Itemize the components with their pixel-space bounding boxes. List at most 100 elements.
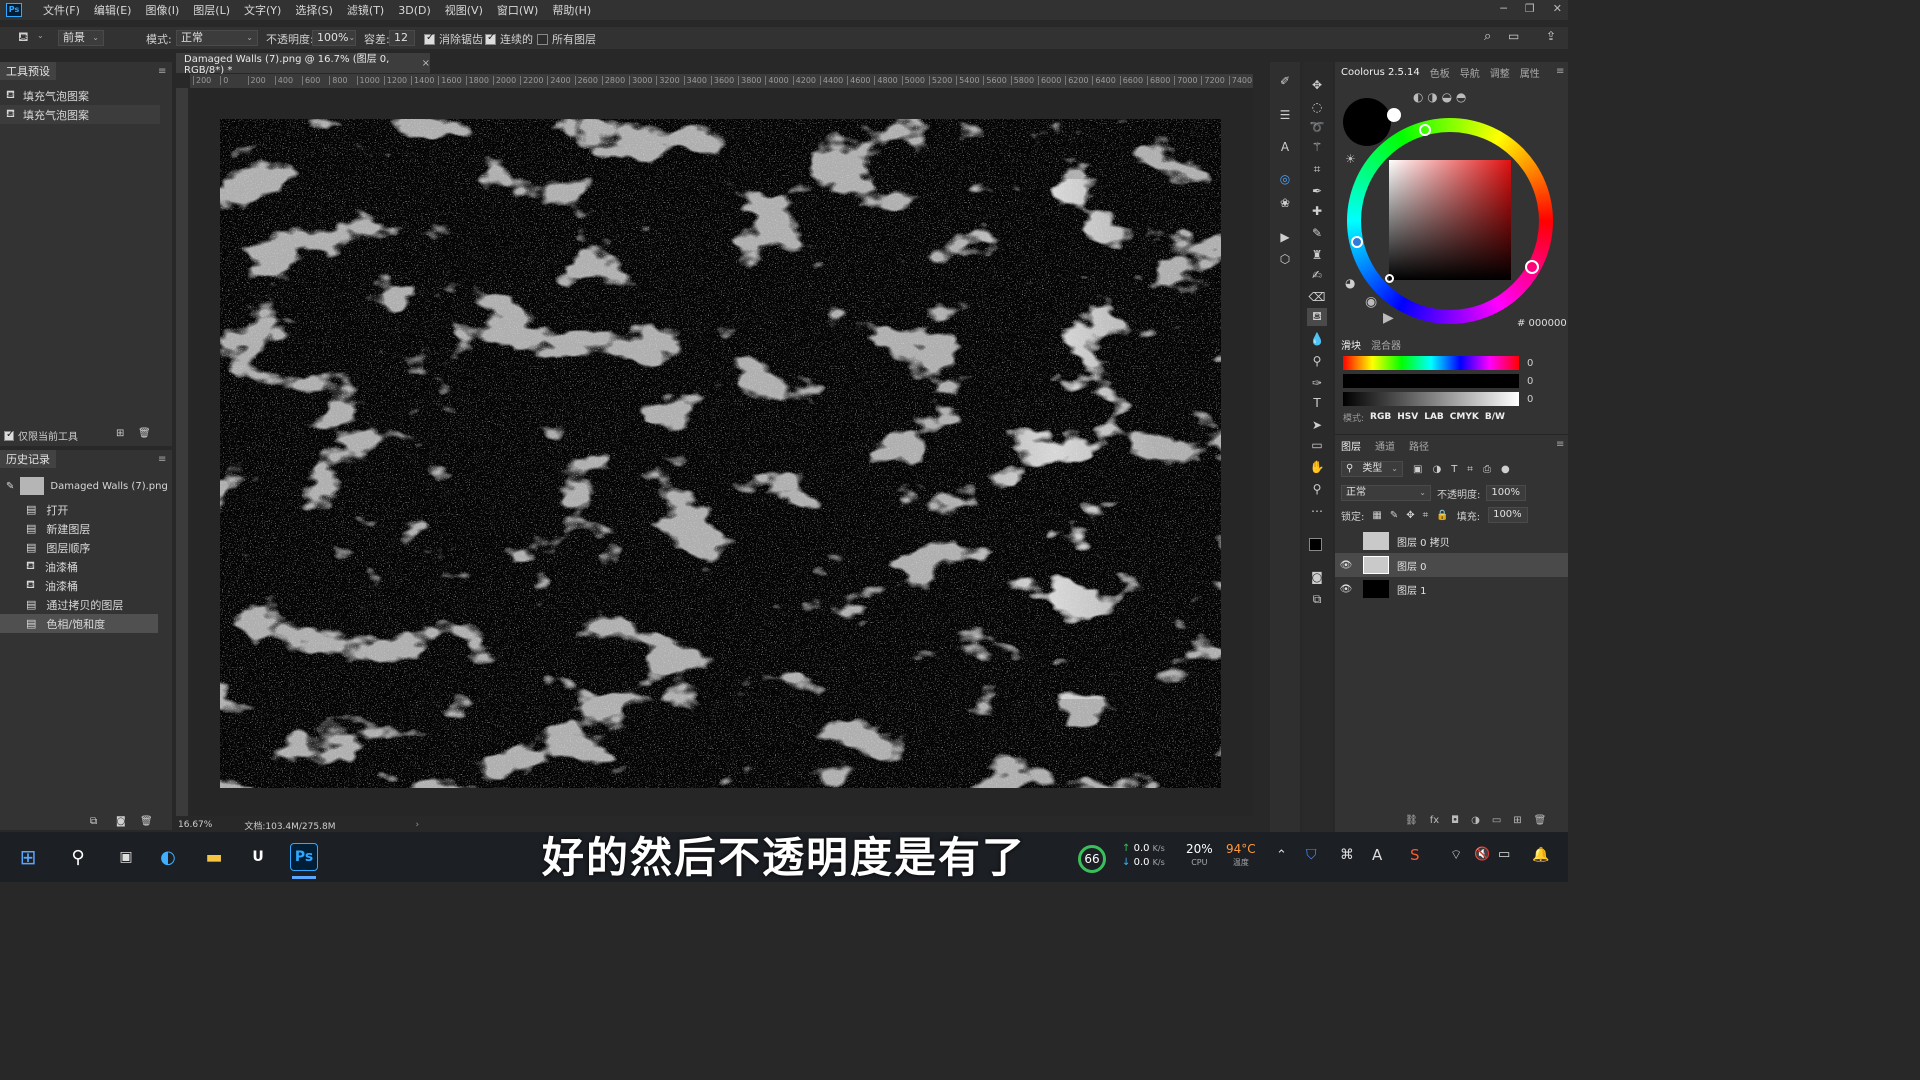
pen-tool-icon[interactable]: ✑: [1307, 374, 1327, 392]
menu-view[interactable]: 视图(V): [438, 2, 490, 18]
fill-source-select[interactable]: 前景 ⌄: [58, 30, 104, 46]
crop-tool-icon[interactable]: ⌗: [1307, 160, 1327, 178]
minimize-icon[interactable]: ─: [1500, 2, 1507, 15]
pixel-filter-icon[interactable]: ▣: [1413, 464, 1422, 475]
eye-icon[interactable]: 👁: [1335, 584, 1357, 595]
menu-select[interactable]: 选择(S): [288, 2, 340, 18]
tab-channels[interactable]: 通道: [1375, 438, 1395, 453]
tab-paths[interactable]: 路径: [1409, 438, 1429, 453]
tab-navigator[interactable]: 导航: [1460, 65, 1480, 80]
blur-tool-icon[interactable]: 💧: [1307, 330, 1327, 348]
restore-icon[interactable]: ❐: [1525, 2, 1535, 15]
panel-menu-icon[interactable]: ≡: [158, 66, 166, 77]
menu-file[interactable]: 文件(F): [36, 2, 87, 18]
adjustment-filter-icon[interactable]: ◑: [1432, 464, 1441, 475]
smart-object-filter-icon[interactable]: ⎙: [1483, 464, 1491, 475]
history-brush-tool-icon[interactable]: ✍: [1307, 266, 1327, 284]
eraser-tool-icon[interactable]: ⌫: [1307, 288, 1327, 306]
brush-tool-icon[interactable]: ✎: [1307, 224, 1327, 242]
saturation-slider[interactable]: [1343, 374, 1519, 388]
lock-all-icon[interactable]: 🔒: [1436, 510, 1448, 521]
share-icon[interactable]: ⇪: [1546, 29, 1556, 43]
antialias-checkbox[interactable]: 消除锯齿: [424, 31, 483, 47]
layer-row[interactable]: 👁 图层 1: [1335, 577, 1568, 601]
tab-coolorus[interactable]: Coolorus 2.5.14: [1341, 67, 1420, 78]
magic-wand-tool-icon[interactable]: ⚚: [1307, 138, 1327, 156]
menu-image[interactable]: 图像(I): [138, 2, 186, 18]
swatches-icon[interactable]: ❀: [1275, 194, 1295, 212]
menu-type[interactable]: 文字(Y): [237, 2, 288, 18]
menu-3d[interactable]: 3D(D): [391, 4, 438, 17]
eye-icon[interactable]: 👁: [1335, 560, 1357, 571]
quick-mask-icon[interactable]: ◙: [1307, 568, 1327, 586]
adjustments-icon[interactable]: ☰: [1275, 106, 1295, 124]
current-tool-only-checkbox[interactable]: 仅限当前工具: [4, 428, 78, 443]
healing-brush-tool-icon[interactable]: ✚: [1307, 202, 1327, 220]
lock-pixels-icon[interactable]: ✎: [1390, 510, 1398, 521]
history-item[interactable]: ▤ 图层顺序: [0, 538, 172, 557]
document-tab[interactable]: Damaged Walls (7).png @ 16.7% (图层 0, RGB…: [176, 53, 430, 76]
marquee-tool-icon[interactable]: ◌: [1307, 98, 1327, 116]
path-selection-tool-icon[interactable]: ➤: [1307, 416, 1327, 434]
layer-row[interactable]: 图层 0 拷贝: [1335, 529, 1568, 553]
saturation-slider-value[interactable]: 0: [1527, 376, 1533, 387]
type-tool-icon[interactable]: T: [1307, 394, 1327, 412]
panel-menu-icon[interactable]: ≡: [158, 454, 166, 465]
tab-sliders[interactable]: 滑块: [1341, 337, 1361, 352]
hue-slider-value[interactable]: 0: [1527, 358, 1533, 369]
menu-help[interactable]: 帮助(H): [545, 2, 598, 18]
layer-opacity-input[interactable]: 100%: [1486, 485, 1527, 501]
brush-settings-icon[interactable]: ✐: [1275, 72, 1295, 90]
play-actions-icon[interactable]: ▶: [1275, 228, 1295, 246]
contiguous-checkbox[interactable]: 连续的: [485, 31, 533, 47]
eyedropper-tool-icon[interactable]: ✒: [1307, 182, 1327, 200]
search-icon[interactable]: ⌕: [1484, 29, 1491, 44]
brightness-slider-value[interactable]: 0: [1527, 394, 1533, 405]
panel-menu-icon[interactable]: ≡: [1556, 439, 1564, 450]
hue-handle[interactable]: [1419, 124, 1431, 136]
lock-artboard-icon[interactable]: ⌗: [1423, 510, 1429, 521]
close-tab-icon[interactable]: ×: [422, 58, 430, 69]
dodge-tool-icon[interactable]: ⚲: [1307, 352, 1327, 370]
brightness-slider[interactable]: [1343, 392, 1519, 406]
history-item[interactable]: ▤ 通过拷贝的图层: [0, 595, 172, 614]
workspace-icon[interactable]: ▭: [1508, 29, 1519, 43]
tab-properties[interactable]: 属性: [1520, 65, 1540, 80]
chevron-down-icon[interactable]: ⌄: [37, 31, 44, 40]
hex-value[interactable]: # 000000: [1517, 318, 1567, 329]
type-filter-icon[interactable]: T: [1451, 464, 1457, 475]
tab-adjustments[interactable]: 调整: [1490, 65, 1510, 80]
clone-stamp-tool-icon[interactable]: ♜: [1307, 246, 1327, 264]
menu-edit[interactable]: 编辑(E): [87, 2, 139, 18]
layer-row-selected[interactable]: 👁 图层 0: [1335, 553, 1568, 577]
character-icon[interactable]: A: [1275, 138, 1295, 156]
rotate-wheel-icon[interactable]: ◉: [1365, 294, 1377, 310]
menu-window[interactable]: 窗口(W): [490, 2, 545, 18]
fill-input[interactable]: 100%: [1488, 507, 1529, 523]
harmony-presets-icon[interactable]: ◐ ◑ ◒ ◓: [1413, 90, 1466, 104]
tab-layers[interactable]: 图层: [1341, 438, 1361, 453]
lasso-tool-icon[interactable]: ➰: [1307, 118, 1327, 136]
tab-swatches[interactable]: 色板: [1430, 65, 1450, 80]
hue-handle[interactable]: [1351, 236, 1363, 248]
coolorus-icon[interactable]: ◎: [1275, 170, 1295, 188]
lock-transparency-icon[interactable]: ▦: [1372, 510, 1381, 521]
opacity-input[interactable]: 100% ⌄: [312, 30, 356, 46]
hand-tool-icon[interactable]: ✋: [1307, 458, 1327, 476]
all-layers-checkbox[interactable]: 所有图层: [537, 31, 596, 47]
color-mode-icon[interactable]: ◕: [1345, 276, 1355, 290]
preset-item[interactable]: ⛾ 填充气泡图案: [0, 86, 172, 105]
history-item[interactable]: ⛾ 油漆桶: [0, 576, 172, 595]
play-icon[interactable]: ▶: [1383, 310, 1394, 326]
menu-layer[interactable]: 图层(L): [186, 2, 237, 18]
rectangle-tool-icon[interactable]: ▭: [1307, 436, 1327, 454]
tab-mixer[interactable]: 混合器: [1371, 337, 1401, 352]
filter-toggle-icon[interactable]: ●: [1501, 464, 1510, 475]
close-icon[interactable]: ✕: [1553, 2, 1562, 15]
mode-hsv[interactable]: HSV: [1397, 412, 1418, 422]
sun-brightness-icon[interactable]: ☀: [1345, 152, 1356, 166]
zoom-tool-icon[interactable]: ⚲: [1307, 480, 1327, 498]
mode-lab[interactable]: LAB: [1424, 412, 1444, 422]
mode-cmyk[interactable]: CMYK: [1450, 412, 1479, 422]
saturation-value-square[interactable]: [1389, 160, 1511, 280]
